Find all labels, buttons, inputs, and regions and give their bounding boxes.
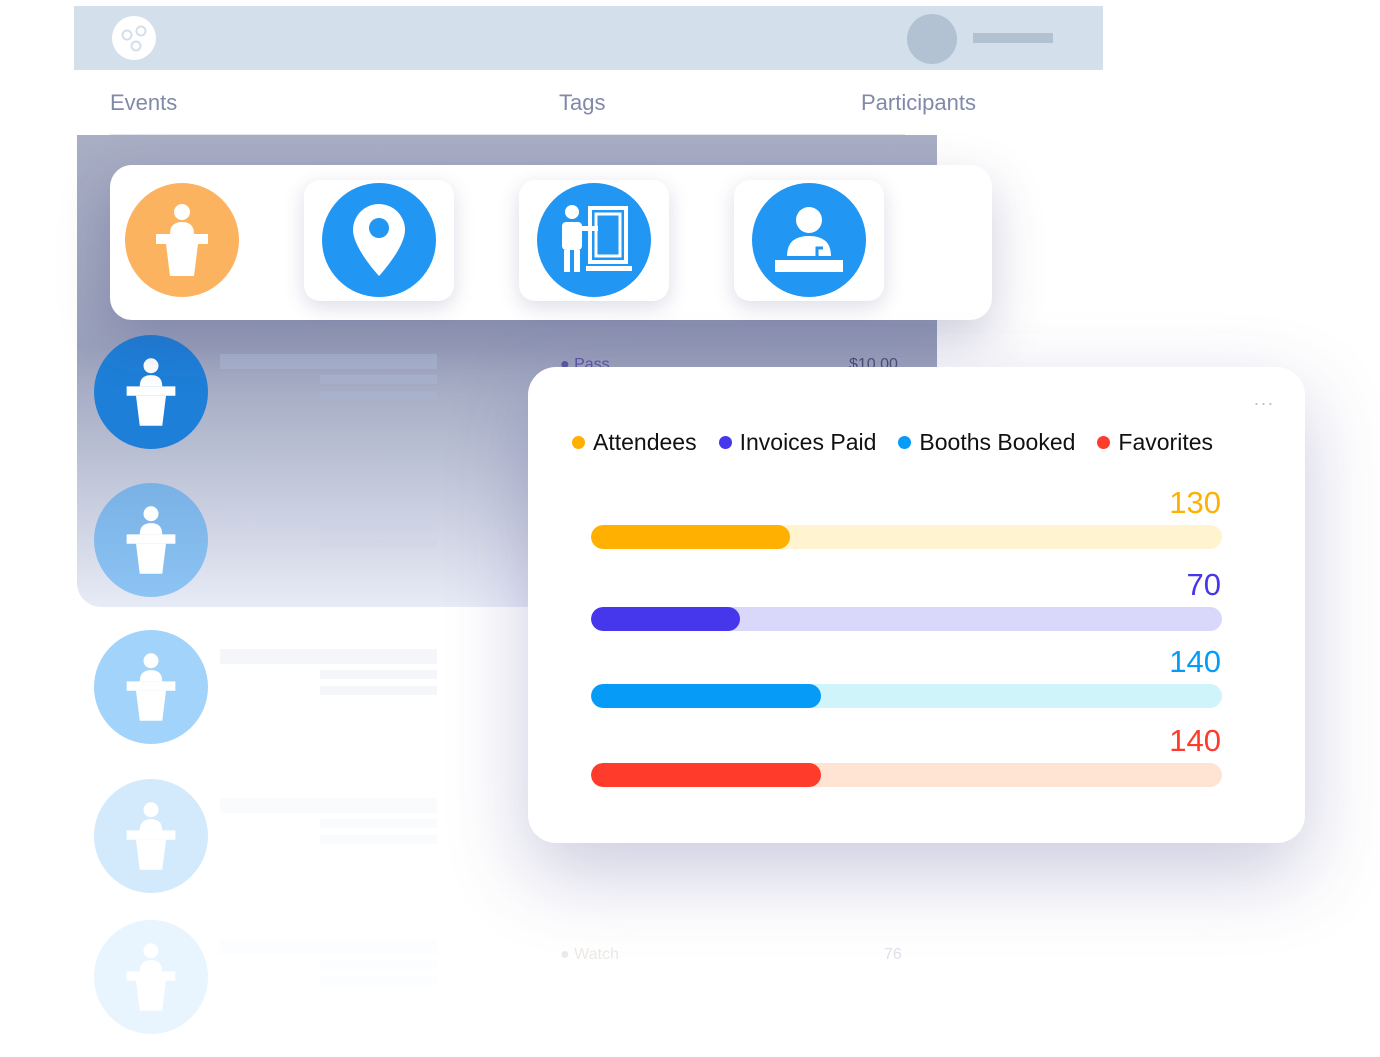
presenter-board-icon	[562, 205, 632, 272]
legend-item: Attendees	[572, 429, 697, 456]
tab-events[interactable]: Events	[110, 90, 177, 116]
participant-avatar[interactable]	[94, 335, 208, 449]
speaker-podium-icon	[126, 358, 176, 426]
bar-value-label: 130	[1169, 485, 1221, 520]
text-placeholder	[320, 670, 437, 679]
bar-fill	[591, 607, 740, 631]
legend-dot	[572, 436, 585, 449]
bar-track	[591, 763, 1222, 787]
speaker-podium-icon	[126, 943, 176, 1011]
top-bar	[74, 6, 1103, 70]
text-placeholder	[320, 375, 437, 384]
text-placeholder	[320, 976, 437, 985]
legend-dot	[718, 436, 732, 449]
text-placeholder	[320, 686, 437, 695]
participant-avatar[interactable]	[94, 483, 208, 597]
legend-dot	[1097, 436, 1111, 449]
tile-location[interactable]	[304, 180, 454, 301]
text-placeholder	[320, 835, 437, 844]
category-card	[110, 165, 992, 320]
legend-label: Invoices Paid	[739, 429, 877, 455]
tile-presenter[interactable]	[519, 180, 669, 301]
bar-fill	[591, 525, 791, 549]
bar-value-label: 140	[1169, 723, 1221, 758]
text-placeholder	[320, 523, 437, 532]
bar-track	[591, 525, 1222, 549]
legend-label: Favorites	[1118, 429, 1214, 455]
speaker-podium-icon	[156, 204, 208, 276]
app-logo-icon[interactable]	[110, 14, 158, 62]
text-placeholder	[320, 819, 437, 828]
user-name-placeholder	[973, 33, 1053, 43]
speaker-podium-icon	[126, 506, 176, 574]
text-placeholder	[220, 502, 437, 517]
row-tag: ● Watch	[560, 946, 619, 963]
text-placeholder	[220, 354, 437, 369]
participant-avatar[interactable]	[94, 920, 208, 1034]
tile-speaker[interactable]	[125, 183, 239, 297]
legend-dot	[898, 436, 912, 449]
text-placeholder	[220, 798, 437, 813]
legend-item: Favorites	[1097, 429, 1213, 456]
location-pin-icon	[353, 204, 405, 276]
bar-fill	[591, 763, 821, 787]
speaker-podium-icon	[126, 802, 176, 870]
participant-avatar[interactable]	[94, 779, 208, 893]
bar-fill	[591, 684, 821, 708]
bar-track	[591, 607, 1222, 631]
legend-label: Attendees	[593, 429, 697, 455]
legend-item: Booths Booked	[898, 429, 1075, 456]
text-placeholder	[320, 960, 437, 969]
text-placeholder	[220, 649, 437, 664]
bar-track	[591, 684, 1222, 708]
stats-card: ... Attendees Invoices Paid Booths Booked F…	[528, 367, 1305, 843]
chart-legend: Attendees Invoices Paid Booths Booked Favor…	[572, 429, 1213, 456]
text-placeholder	[320, 391, 437, 400]
bar-value-label: 140	[1169, 644, 1221, 679]
legend-label: Booths Booked	[919, 429, 1076, 455]
row-count: 76	[884, 946, 902, 963]
more-menu-icon[interactable]: ...	[1254, 389, 1275, 410]
speaker-podium-icon	[126, 653, 176, 721]
legend-item: Invoices Paid	[718, 429, 877, 456]
text-placeholder	[220, 939, 437, 954]
text-placeholder	[320, 539, 437, 548]
tab-participants[interactable]: Participants	[861, 90, 976, 116]
participant-avatar[interactable]	[94, 630, 208, 744]
tab-tags[interactable]: Tags	[559, 90, 605, 116]
bar-value-label: 70	[1186, 567, 1221, 602]
tag-label: Watch	[574, 946, 619, 963]
tile-participant[interactable]	[734, 180, 884, 301]
user-avatar[interactable]	[907, 14, 957, 64]
user-desk-icon	[775, 207, 843, 272]
